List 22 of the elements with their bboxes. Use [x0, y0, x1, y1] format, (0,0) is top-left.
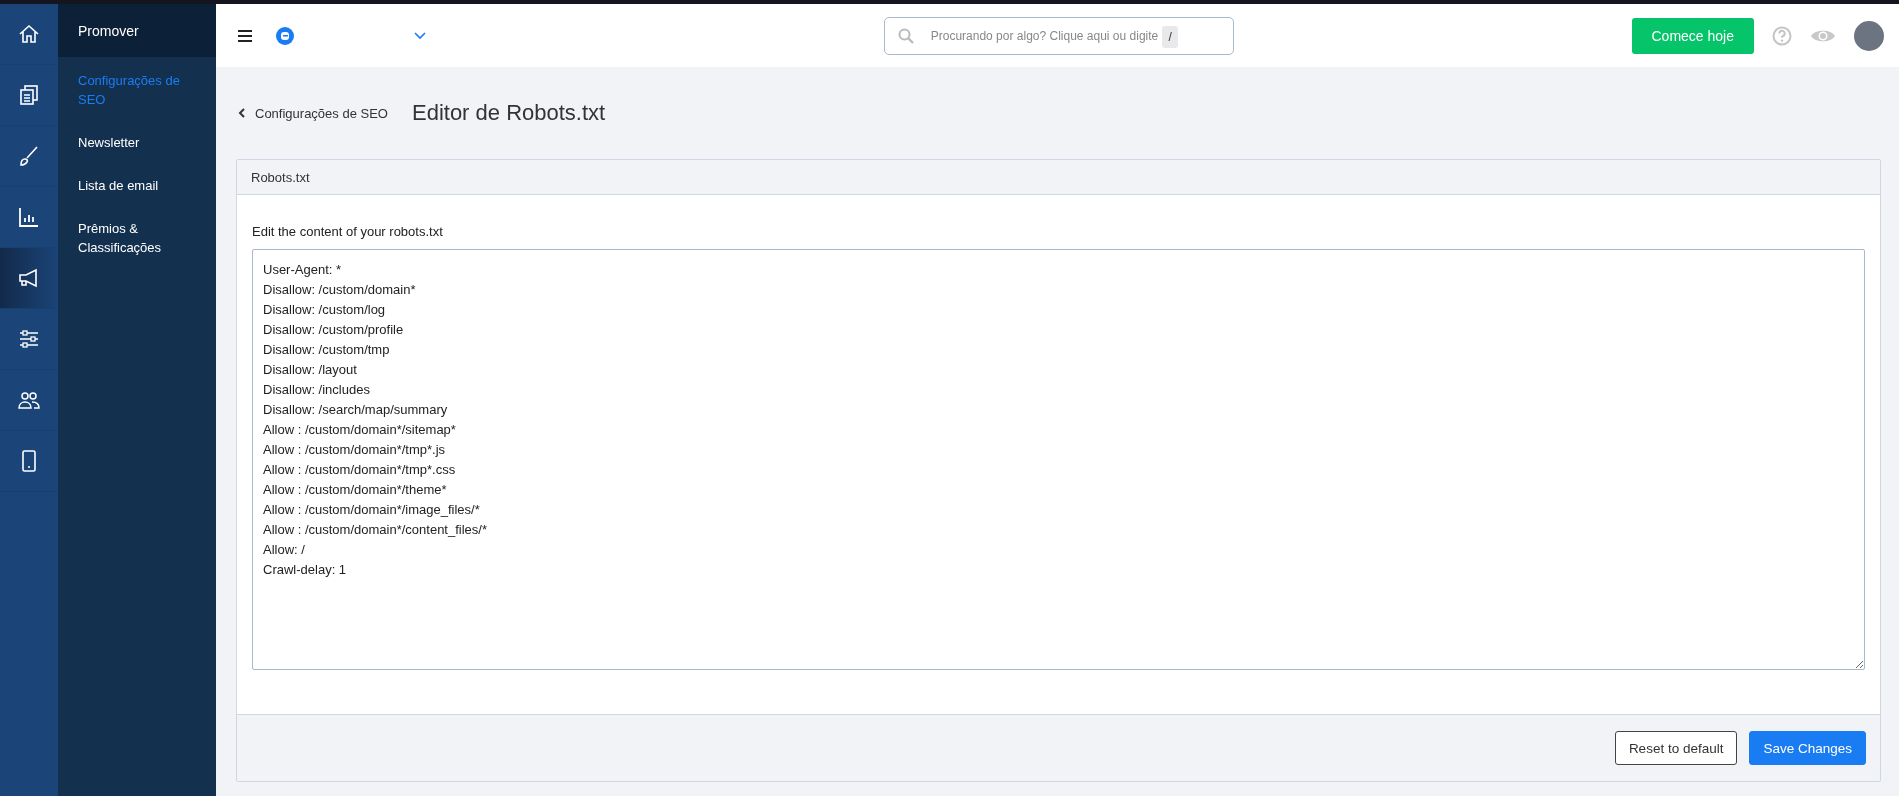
shortcut-key: / — [1162, 25, 1178, 48]
chevron-left-icon — [238, 108, 245, 118]
submenu-title: Promover — [78, 22, 139, 39]
back-link[interactable]: Configurações de SEO — [238, 105, 388, 121]
save-button[interactable]: Save Changes — [1749, 731, 1866, 765]
avatar[interactable] — [1854, 20, 1884, 51]
logo-icon[interactable] — [276, 26, 294, 45]
home-icon — [17, 22, 41, 46]
chevron-down-icon[interactable] — [414, 31, 426, 40]
card-title: Robots.txt — [251, 169, 310, 185]
page-title: Editor de Robots.txt — [411, 100, 606, 126]
submenu-item[interactable]: Lista de email — [78, 176, 196, 195]
sliders-icon — [17, 327, 41, 351]
submenu-item[interactable]: Newsletter — [78, 133, 196, 152]
menu-icon[interactable] — [238, 29, 252, 42]
reset-button[interactable]: Reset to default — [1614, 731, 1738, 765]
field-label: Edit the content of your robots.txt — [252, 224, 444, 239]
documents-icon — [17, 83, 41, 107]
chart-icon — [17, 205, 41, 229]
robots-text-field[interactable]: User-Agent: * Disallow: /custom/domain* Disallow: /custom/log Disallow: /custom/profile Disallow: /custom/tmp Disallow: /layout Disallow: /includes Disallow: /search/map/summary Allow : /custom/domain*/sitemap* Allow : /custom/domain*/tmp*.js Allow : /custom/domain*/tmp*.css Allow : /custom/domain*/theme* Allow : /custom/domain*/image_files/* Allow : /custom/domain*/content_files/* Allow: / Crawl-delay: 1 — [252, 249, 1865, 670]
submenu-item[interactable]: Prêmios & Classificações — [78, 219, 196, 257]
brush-icon — [17, 144, 41, 168]
